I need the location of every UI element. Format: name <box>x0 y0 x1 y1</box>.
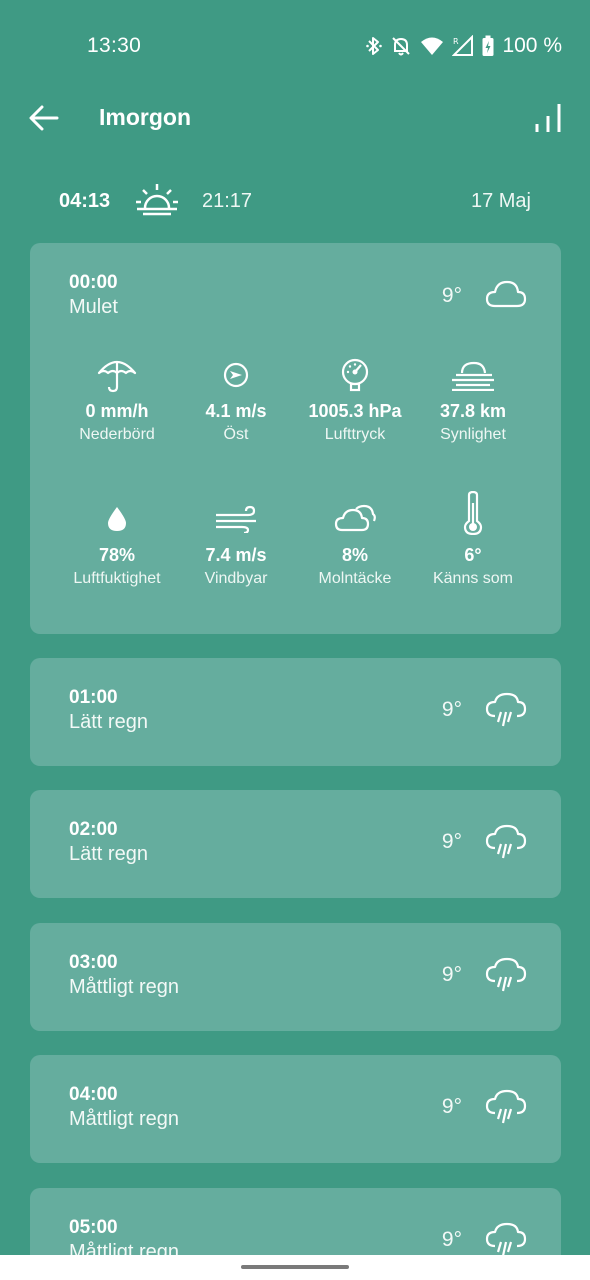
bluetooth-icon <box>366 35 383 57</box>
hour-card[interactable]: 02:00 Lätt regn 9° <box>30 790 561 898</box>
umbrella-icon <box>52 355 182 395</box>
detail-label: Nederbörd <box>79 426 155 443</box>
hour-card[interactable]: 04:00 Måttligt regn 9° <box>30 1055 561 1163</box>
rain-icon <box>485 1222 527 1255</box>
detail-label: Molntäcke <box>318 570 392 587</box>
detail-label: Synlighet <box>440 426 506 443</box>
detail-humidity: 78% Luftfuktighet <box>52 499 182 588</box>
detail-value: 37.8 km <box>439 401 507 421</box>
hour-temperature: 9° <box>441 1228 462 1251</box>
hour-description: Lätt regn <box>69 711 148 733</box>
detail-label: Öst <box>223 426 249 443</box>
hour-card[interactable]: 05:00 Måttligt regn 9° <box>30 1188 561 1255</box>
weather-details: 0 mm/h Nederbörd 4.1 m/s Öst 1005.3 hPa … <box>30 243 561 634</box>
battery-icon <box>482 35 494 57</box>
detail-gusts: 7.4 m/s Vindbyar <box>171 499 301 588</box>
rain-icon <box>485 692 527 733</box>
battery-percent: 100 % <box>502 34 562 57</box>
hour-card[interactable]: 00:00 Mulet 9° 0 mm/h Nederbörd 4.1 m/s … <box>30 243 561 634</box>
sunset-time: 21:17 <box>202 190 253 212</box>
page-title: Imorgon <box>99 104 191 130</box>
status-icons: R 100 % <box>366 32 562 60</box>
detail-value: 78% <box>98 545 136 565</box>
chart-button[interactable] <box>528 98 564 134</box>
thermometer-icon <box>408 487 538 539</box>
navigation-bar <box>0 1255 590 1280</box>
hour-time: 04:00 <box>69 1084 118 1105</box>
detail-value: 6° <box>464 545 482 565</box>
hour-time: 02:00 <box>69 819 118 840</box>
status-bar: 13:30 R 100 % <box>0 0 590 92</box>
hour-description: Måttligt regn <box>69 1108 180 1130</box>
hour-time: 03:00 <box>69 952 118 973</box>
hour-temperature: 9° <box>441 698 462 721</box>
hour-card[interactable]: 01:00 Lätt regn 9° <box>30 658 561 766</box>
sunrise-time: 04:13 <box>59 190 111 212</box>
hour-description: Måttligt regn <box>69 976 180 998</box>
detail-value: 1005.3 hPa <box>308 401 402 421</box>
hour-time: 01:00 <box>69 687 118 708</box>
detail-cloud-cover: 8% Molntäcke <box>290 499 420 588</box>
cloud-cover-icon <box>290 499 420 539</box>
detail-label: Luftfuktighet <box>73 570 161 587</box>
wind-gust-icon <box>171 499 301 539</box>
detail-precipitation: 0 mm/h Nederbörd <box>52 355 182 444</box>
hour-temperature: 9° <box>441 963 462 986</box>
detail-label: Vindbyar <box>204 570 268 587</box>
hour-time: 05:00 <box>69 1217 118 1238</box>
hour-description: Måttligt regn <box>69 1241 180 1255</box>
forecast-date: 17 Maj <box>470 190 531 212</box>
detail-pressure: 1005.3 hPa Lufttryck <box>290 355 420 444</box>
arrow-left-icon <box>29 105 59 131</box>
detail-value: 0 mm/h <box>85 401 149 421</box>
hour-card[interactable]: 03:00 Måttligt regn 9° <box>30 923 561 1031</box>
signal-icon: R <box>452 35 474 57</box>
detail-value: 4.1 m/s <box>205 401 267 421</box>
sunrise-icon <box>135 182 179 221</box>
hour-temperature: 9° <box>441 830 462 853</box>
status-time: 13:30 <box>87 34 142 57</box>
svg-text:R: R <box>453 37 459 46</box>
fog-icon <box>408 355 538 395</box>
wind-direction-icon <box>171 355 301 395</box>
rain-icon <box>485 824 527 865</box>
detail-value: 7.4 m/s <box>205 545 267 565</box>
detail-label: Känns som <box>432 570 514 587</box>
water-drop-icon <box>52 499 182 539</box>
app-bar: Imorgon <box>0 92 590 144</box>
back-button[interactable] <box>24 100 64 136</box>
detail-value: 8% <box>341 545 368 565</box>
hour-description: Lätt regn <box>69 843 148 865</box>
hour-temperature: 9° <box>441 1095 462 1118</box>
detail-label: Lufttryck <box>324 426 386 443</box>
wifi-icon <box>420 36 444 56</box>
detail-wind: 4.1 m/s Öst <box>171 355 301 444</box>
detail-feels-like: 6° Känns som <box>408 487 538 588</box>
notifications-off-icon <box>390 35 412 57</box>
hourly-forecast-list[interactable]: 00:00 Mulet 9° 0 mm/h Nederbörd 4.1 m/s … <box>0 243 590 1255</box>
home-gesture-handle[interactable] <box>241 1265 349 1269</box>
rain-icon <box>485 957 527 998</box>
sun-info-row: 04:13 21:17 17 Maj <box>0 180 590 222</box>
pressure-gauge-icon <box>290 355 420 395</box>
rain-icon <box>485 1089 527 1130</box>
detail-visibility: 37.8 km Synlighet <box>408 355 538 444</box>
bar-chart-icon <box>535 104 561 132</box>
